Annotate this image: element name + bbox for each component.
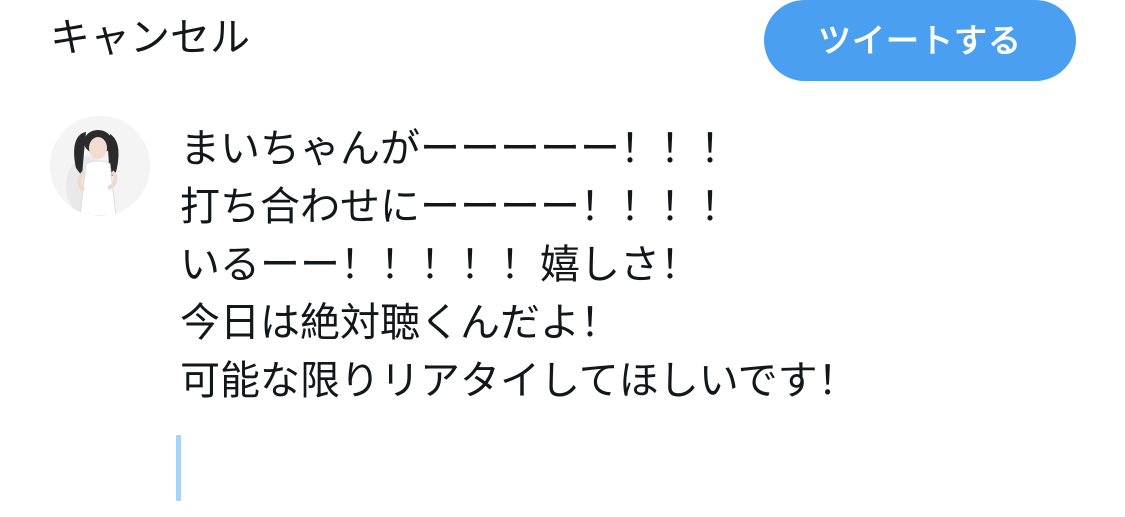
tweet-button[interactable]: ツイートする bbox=[764, 0, 1076, 81]
tweet-compose-textarea[interactable]: まいちゃんがーーーーー！！！ 打ち合わせにーーーー！！！！ いるーー！！！！！嬉… bbox=[180, 120, 1080, 410]
compose-text-line: 今日は絶対聴くんだよ！ bbox=[180, 300, 620, 346]
text-cursor bbox=[176, 435, 181, 501]
cancel-button[interactable]: キャンセル bbox=[50, 12, 250, 64]
compose-text-line: 可能な限りリアタイしてほしいです！ bbox=[180, 358, 858, 404]
compose-text-line: いるーー！！！！！嬉しさ！ bbox=[180, 242, 700, 288]
avatar-image bbox=[50, 116, 150, 216]
compose-text-line: 打ち合わせにーーーー！！！！ bbox=[180, 184, 740, 230]
compose-text-line: まいちゃんがーーーーー！！！ bbox=[180, 126, 740, 172]
avatar bbox=[50, 116, 150, 216]
